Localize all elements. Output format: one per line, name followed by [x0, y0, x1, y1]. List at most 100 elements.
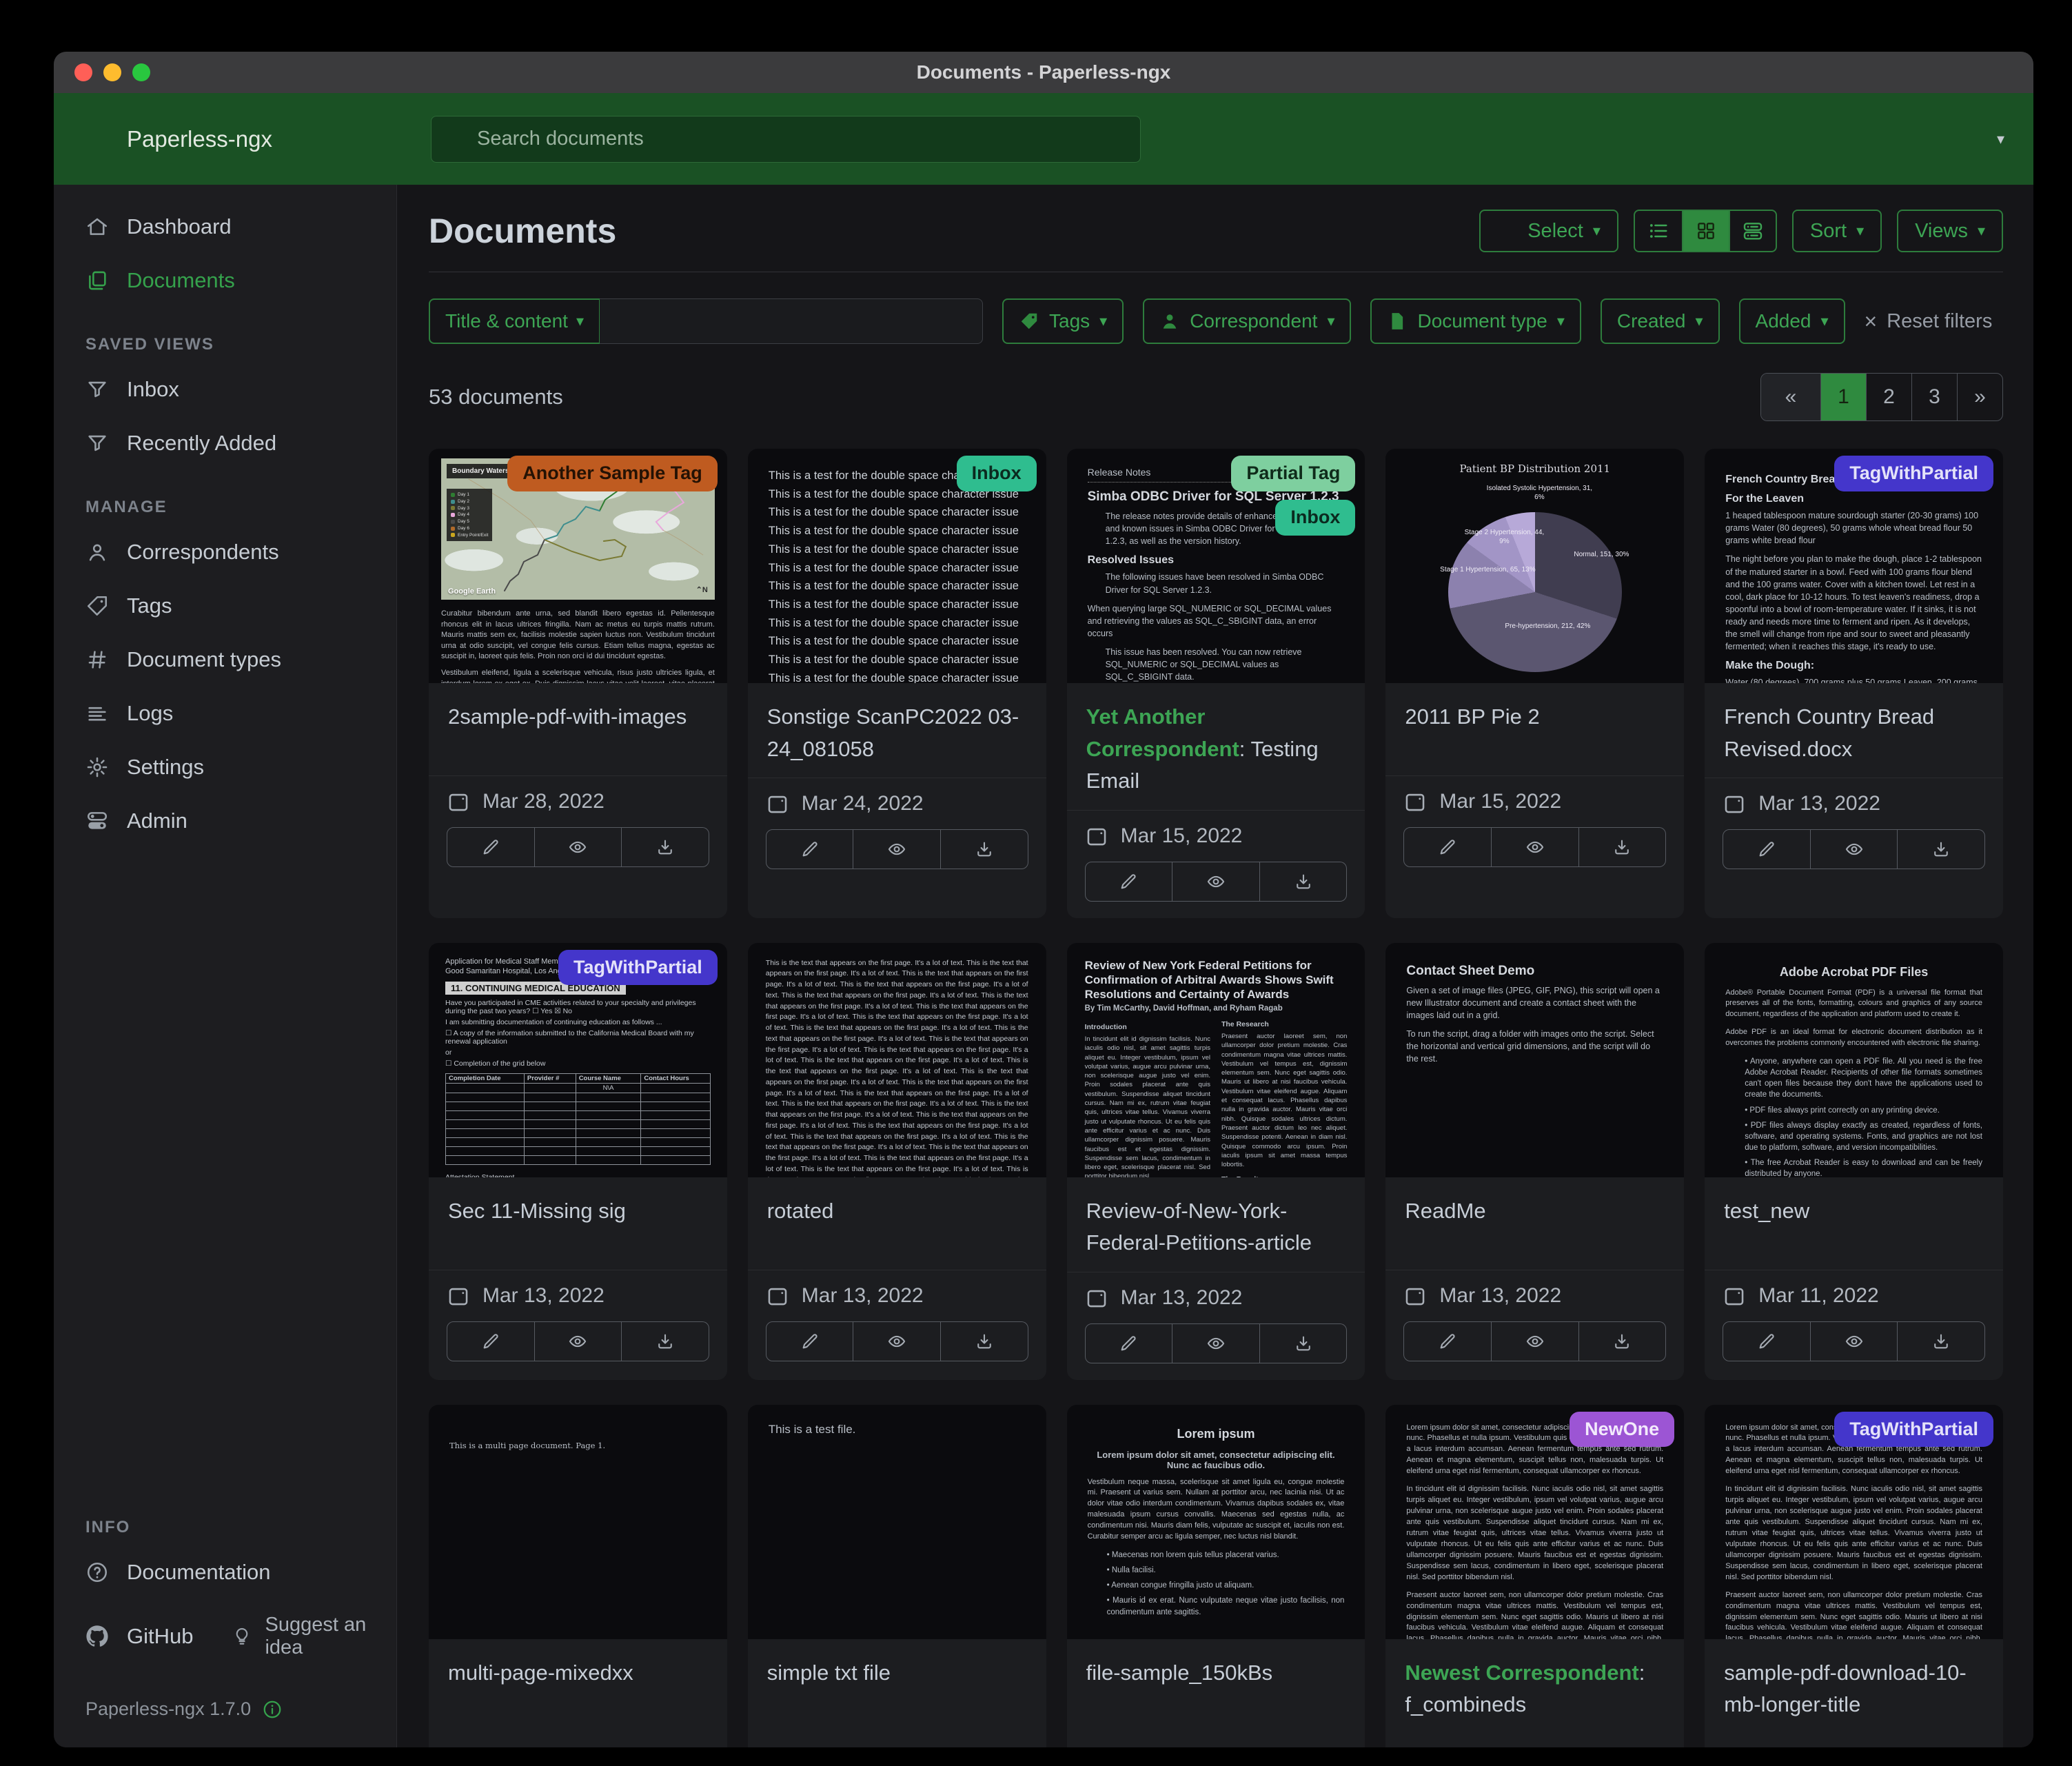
view-toggle-grid[interactable]	[1682, 211, 1729, 251]
view-document-button[interactable]	[1492, 827, 1579, 867]
edit-document-button[interactable]	[1085, 1323, 1173, 1363]
tag-badge[interactable]: TagWithPartial	[1834, 1412, 1993, 1448]
document-correspondent[interactable]: Yet Another Correspondent	[1086, 704, 1239, 761]
download-document-button[interactable]	[1260, 1323, 1348, 1363]
document-thumbnail[interactable]: Contact Sheet DemoGiven a set of image f…	[1385, 943, 1684, 1177]
edit-document-button[interactable]	[447, 827, 535, 867]
document-card[interactable]: Lorem ipsum dolor sit amet, consectetur …	[1705, 1405, 2003, 1748]
document-card[interactable]: Boundary Waters TripDay 1Day 2Day 3Day 4…	[429, 449, 727, 918]
zoom-window-button[interactable]	[132, 63, 150, 81]
sidebar-item-tags[interactable]: Tags	[54, 579, 396, 633]
document-title[interactable]: rotated	[748, 1177, 1046, 1270]
view-document-button[interactable]	[535, 827, 622, 867]
tag-badge[interactable]: NewOne	[1570, 1412, 1674, 1448]
document-title[interactable]: file-sample_150kBs	[1067, 1639, 1365, 1732]
document-title[interactable]: sample-pdf-download-10-mb-longer-title	[1705, 1639, 2003, 1734]
view-document-button[interactable]	[853, 1321, 941, 1361]
download-document-button[interactable]	[1898, 829, 1985, 869]
document-card[interactable]: Adobe Acrobat PDF FilesAdobe® Portable D…	[1705, 943, 2003, 1380]
tag-badge[interactable]: TagWithPartial	[1834, 456, 1993, 491]
pagination-page-1[interactable]: 1	[1820, 374, 1866, 420]
select-button[interactable]: Select ▾	[1479, 210, 1618, 252]
download-document-button[interactable]	[1579, 827, 1667, 867]
sidebar-item-admin[interactable]: Admin	[54, 794, 396, 848]
document-title[interactable]: Sonstige ScanPC2022 03-24_081058	[748, 683, 1046, 778]
document-card[interactable]: Application for Medical Staff MembersGoo…	[429, 943, 727, 1380]
sort-button[interactable]: Sort ▾	[1792, 210, 1882, 252]
close-window-button[interactable]	[74, 63, 92, 81]
views-button[interactable]: Views ▾	[1897, 210, 2003, 252]
download-document-button[interactable]	[1898, 1321, 1985, 1361]
download-document-button[interactable]	[622, 827, 709, 867]
document-thumbnail[interactable]: This is a test file.	[748, 1405, 1046, 1639]
document-card[interactable]: Lorem ipsum dolor sit amet, consectetur …	[1385, 1405, 1684, 1748]
document-title[interactable]: Sec 11-Missing sig	[429, 1177, 727, 1270]
document-thumbnail[interactable]: Lorem ipsumLorem ipsum dolor sit amet, c…	[1067, 1405, 1365, 1639]
sidebar-item-logs[interactable]: Logs	[54, 687, 396, 740]
view-document-button[interactable]	[1811, 829, 1898, 869]
document-thumbnail[interactable]: Review of New York Federal Petitions for…	[1067, 943, 1365, 1177]
document-card[interactable]: This is the text that appears on the fir…	[748, 943, 1046, 1380]
edit-document-button[interactable]	[766, 829, 854, 869]
document-card[interactable]: Review of New York Federal Petitions for…	[1067, 943, 1365, 1380]
tag-badge[interactable]: Inbox	[957, 456, 1037, 491]
filter-tags-button[interactable]: Tags▾	[1002, 298, 1124, 344]
sidebar-item-correspondents[interactable]: Correspondents	[54, 525, 396, 579]
sidebar-item-github[interactable]: GitHub	[54, 1610, 193, 1663]
pagination-prev-button[interactable]: «	[1761, 374, 1820, 420]
download-document-button[interactable]	[941, 1321, 1028, 1361]
view-document-button[interactable]	[1811, 1321, 1898, 1361]
app-logo[interactable]: Paperless-ngx	[54, 125, 397, 154]
download-document-button[interactable]	[1260, 862, 1348, 902]
sidebar-item-documentation[interactable]: Documentation	[54, 1545, 396, 1599]
edit-document-button[interactable]	[1723, 829, 1811, 869]
global-search[interactable]: Search documents	[431, 116, 1141, 163]
document-card[interactable]: Patient BP Distribution 2011Normal, 151,…	[1385, 449, 1684, 918]
pagination-next-button[interactable]: »	[1957, 374, 2002, 420]
edit-document-button[interactable]	[1403, 1321, 1492, 1361]
edit-document-button[interactable]	[1085, 862, 1173, 902]
edit-document-button[interactable]	[1403, 827, 1492, 867]
pagination-page-3[interactable]: 3	[1911, 374, 1957, 420]
filter-created-button[interactable]: Created▾	[1601, 298, 1720, 344]
title-content-input[interactable]	[600, 298, 983, 344]
user-menu[interactable]: ▾	[1951, 121, 2033, 158]
sidebar-item-inbox[interactable]: Inbox	[54, 363, 396, 416]
document-title[interactable]: 2011 BP Pie 2	[1385, 683, 1684, 775]
view-toggle-list[interactable]	[1635, 211, 1682, 251]
document-title[interactable]: Yet Another Correspondent: Testing Email	[1067, 683, 1365, 810]
tag-badge[interactable]: Inbox	[1275, 500, 1355, 536]
minimize-window-button[interactable]	[103, 63, 121, 81]
document-title[interactable]: simple txt file	[748, 1639, 1046, 1732]
edit-document-button[interactable]	[1723, 1321, 1811, 1361]
document-title[interactable]: multi-page-mixedxx	[429, 1639, 727, 1732]
document-card[interactable]: Release NotesSimba ODBC Driver for SQL S…	[1067, 449, 1365, 918]
document-card[interactable]: This is a multi page document. Page 1.mu…	[429, 1405, 727, 1748]
document-title[interactable]: 2sample-pdf-with-images	[429, 683, 727, 775]
view-document-button[interactable]	[1172, 862, 1260, 902]
document-thumbnail[interactable]: This is a multi page document. Page 1.	[429, 1405, 727, 1639]
view-document-button[interactable]	[853, 829, 941, 869]
view-document-button[interactable]	[1492, 1321, 1579, 1361]
view-document-button[interactable]	[1172, 1323, 1260, 1363]
download-document-button[interactable]	[1579, 1321, 1667, 1361]
document-title[interactable]: ReadMe	[1385, 1177, 1684, 1270]
tag-badge[interactable]: Another Sample Tag	[507, 456, 718, 491]
sidebar-item-suggest-idea[interactable]: Suggest an idea	[193, 1599, 396, 1674]
view-toggle-detail[interactable]	[1729, 211, 1776, 251]
pagination-page-2[interactable]: 2	[1866, 374, 1911, 420]
sidebar-item-settings[interactable]: Settings	[54, 740, 396, 794]
document-title[interactable]: test_new	[1705, 1177, 2003, 1270]
document-title[interactable]: Newest Correspondent: f_combineds	[1385, 1639, 1684, 1734]
filter-added-button[interactable]: Added▾	[1739, 298, 1845, 344]
edit-document-button[interactable]	[766, 1321, 854, 1361]
sidebar-item-documents[interactable]: Documents	[54, 254, 396, 307]
document-title[interactable]: French Country Bread Revised.docx	[1705, 683, 2003, 778]
document-card[interactable]: French Country BreadFor the Leaven1 heap…	[1705, 449, 2003, 918]
document-card[interactable]: Contact Sheet DemoGiven a set of image f…	[1385, 943, 1684, 1380]
document-title[interactable]: Review-of-New-York-Federal-Petitions-art…	[1067, 1177, 1365, 1272]
document-card[interactable]: This is a test for the double space char…	[748, 449, 1046, 918]
document-thumbnail[interactable]: Patient BP Distribution 2011Normal, 151,…	[1385, 449, 1684, 683]
document-card[interactable]: This is a test file.simple txt file	[748, 1405, 1046, 1748]
document-correspondent[interactable]: Newest Correspondent	[1405, 1661, 1638, 1685]
